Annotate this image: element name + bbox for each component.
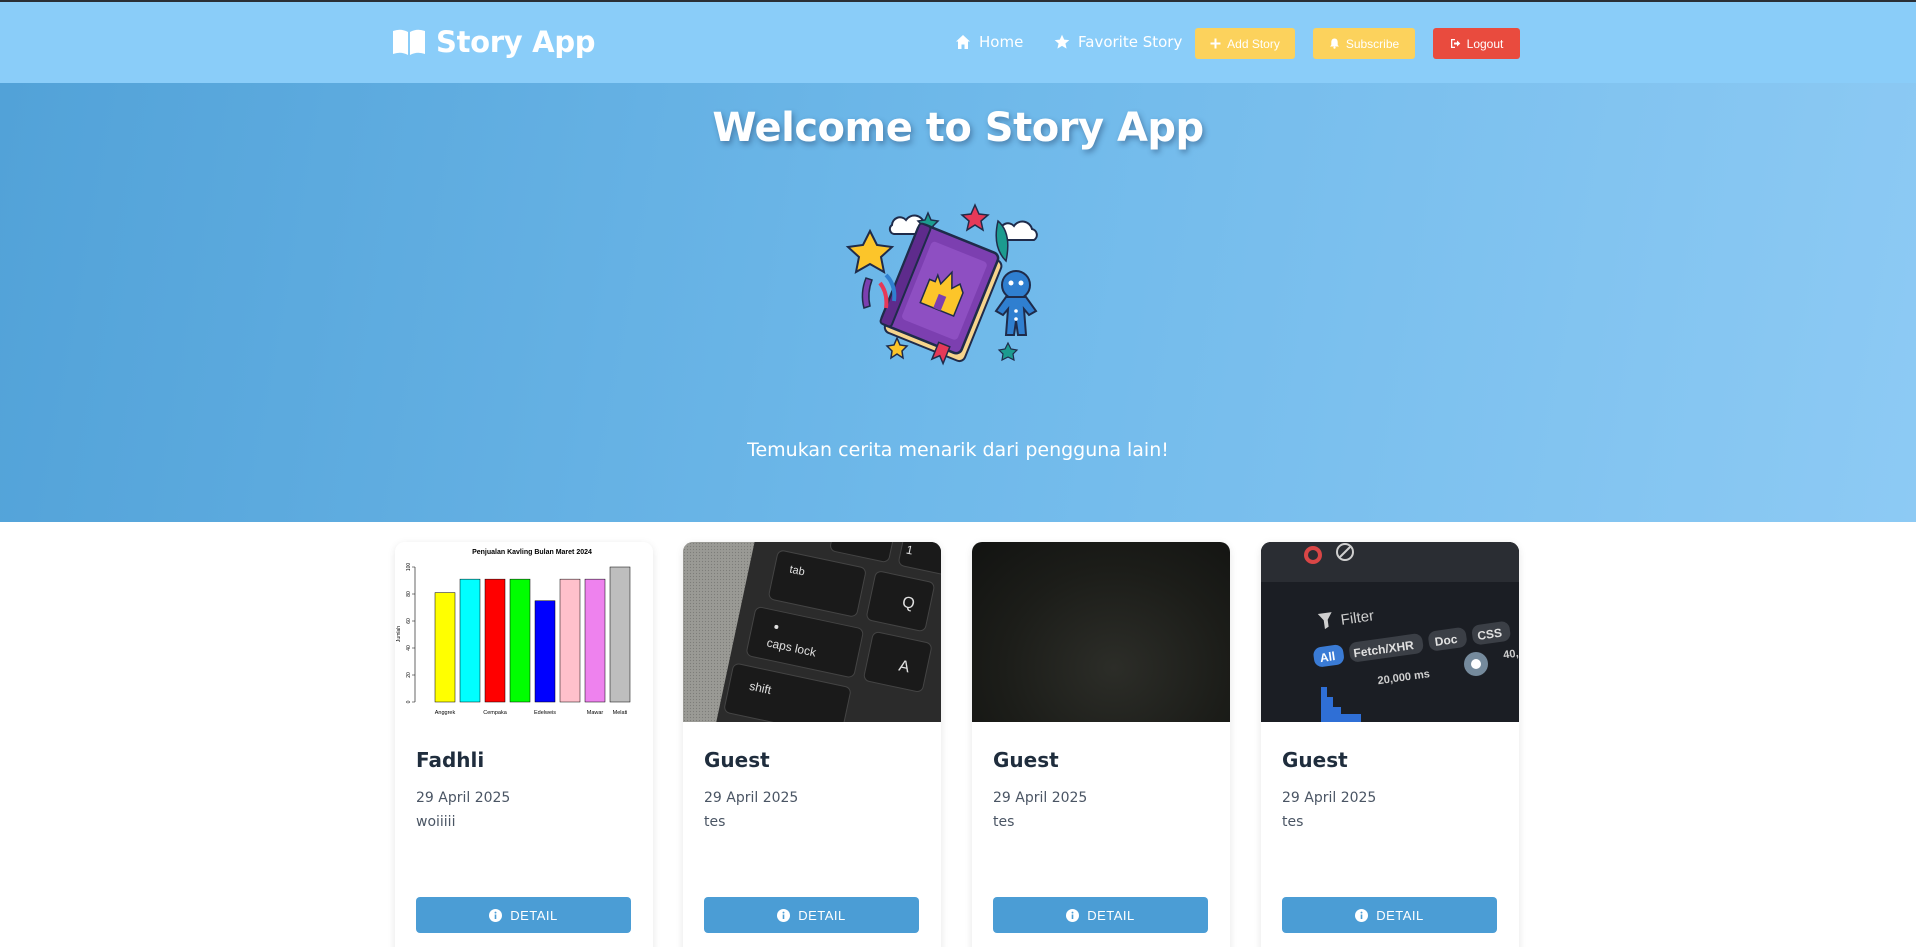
chart-bar (434, 592, 456, 703)
nav-favorite-label: Favorite Story (1078, 33, 1183, 51)
story-author: Guest (1282, 748, 1348, 772)
brand-title: Story App (436, 25, 596, 59)
story-card: 1 tab Q caps lock A shift Guest 29 April… (683, 542, 941, 947)
chart-bar (459, 578, 481, 703)
info-circle-icon (489, 908, 503, 922)
chart-bar (559, 578, 581, 703)
chart-title: Penjualan Kavling Bulan Maret 2024 (472, 549, 592, 556)
story-author: Guest (993, 748, 1059, 772)
story-card: Guest 29 April 2025 tes DETAIL (972, 542, 1230, 947)
story-date: 29 April 2025 (1282, 790, 1377, 806)
detail-label: DETAIL (1087, 907, 1135, 923)
detail-button[interactable]: DETAIL (1282, 897, 1497, 933)
detail-label: DETAIL (510, 907, 558, 923)
keyboard-photo: 1 tab Q caps lock A shift (683, 542, 941, 722)
story-card: Filter All Fetch/XHR Doc CSS 20,000 ms 4… (1261, 542, 1519, 947)
story-description: tes (1282, 814, 1304, 830)
chart-xlabel: Melati (613, 710, 628, 716)
sign-out-icon (1450, 39, 1460, 48)
info-circle-icon (1355, 908, 1369, 922)
navbar: Story App Home Favorite Story Add Story … (0, 2, 1916, 83)
plus-icon (1210, 38, 1221, 49)
storybook-illustration (845, 203, 1038, 366)
nav-favorite-link[interactable]: Favorite Story (1054, 33, 1182, 51)
hero-section: Welcome to Story App Temukan cerita mena… (0, 83, 1916, 522)
chart-bar (484, 578, 506, 703)
chart-bar (609, 566, 631, 703)
nav-home-link[interactable]: Home (955, 33, 1023, 51)
chart-ytick-label: 0 (406, 700, 412, 703)
dark-photo (972, 542, 1230, 722)
home-icon (956, 35, 970, 49)
add-story-label: Add Story (1227, 36, 1280, 51)
chart-ytick-label: 40 (406, 645, 412, 651)
subscribe-button[interactable]: Subscribe (1313, 28, 1415, 59)
story-thumbnail[interactable] (972, 542, 1230, 722)
story-date: 29 April 2025 (704, 790, 799, 806)
detail-button[interactable]: DETAIL (416, 897, 631, 933)
chart-bar (534, 600, 556, 703)
story-description: woiiiii (416, 814, 456, 830)
hero-title: Welcome to Story App (712, 105, 1204, 151)
chart-ytick-label: 80 (406, 591, 412, 597)
bell-icon (1329, 38, 1339, 49)
chart-ylabel: Jumlah (396, 626, 402, 642)
logout-button[interactable]: Logout (1433, 28, 1520, 59)
story-card: Penjualan Kavling Bulan Maret 2024 Jumla… (395, 542, 653, 947)
chart-ytick-label: 60 (406, 618, 412, 624)
chart-xlabel: Mawar (587, 710, 604, 716)
detail-button[interactable]: DETAIL (993, 897, 1208, 933)
info-circle-icon (777, 908, 791, 922)
story-description: tes (993, 814, 1015, 830)
detail-button[interactable]: DETAIL (704, 897, 919, 933)
story-author: Guest (704, 748, 770, 772)
story-description: tes (704, 814, 726, 830)
star-icon (1054, 34, 1070, 49)
story-thumbnail[interactable]: Penjualan Kavling Bulan Maret 2024 Jumla… (395, 542, 653, 722)
nav-home-label: Home (979, 33, 1024, 51)
chart-bar (584, 578, 606, 703)
chart-ytick-label: 20 (406, 672, 412, 678)
devtools-timing-right-label: 40, (1503, 648, 1519, 662)
story-thumbnail[interactable]: 1 tab Q caps lock A shift (683, 542, 941, 722)
logout-label: Logout (1466, 36, 1504, 51)
hero-subtitle: Temukan cerita menarik dari pengguna lai… (747, 439, 1169, 461)
story-date: 29 April 2025 (416, 790, 511, 806)
chart-xlabel: Cempaka (483, 710, 507, 716)
detail-label: DETAIL (1376, 907, 1424, 923)
subscribe-label: Subscribe (1345, 36, 1400, 51)
devtools-tab-all: All (1319, 649, 1336, 665)
brand-link[interactable]: Story App (392, 25, 596, 59)
chart-bar (509, 578, 531, 703)
story-author: Fadhli (416, 748, 485, 772)
devtools-photo: Filter All Fetch/XHR Doc CSS 20,000 ms 4… (1261, 542, 1519, 722)
story-date: 29 April 2025 (993, 790, 1088, 806)
detail-label: DETAIL (798, 907, 846, 923)
chart-ytick-label: 100 (406, 563, 412, 572)
add-story-button[interactable]: Add Story (1195, 28, 1295, 59)
chart-xlabel: Anggrek (435, 710, 456, 716)
info-circle-icon (1066, 908, 1080, 922)
story-thumbnail[interactable]: Filter All Fetch/XHR Doc CSS 20,000 ms 4… (1261, 542, 1519, 722)
bar-chart-image: Penjualan Kavling Bulan Maret 2024 Jumla… (396, 549, 631, 716)
chart-xlabel: Edelweis (534, 710, 556, 716)
book-open-icon (393, 29, 425, 55)
